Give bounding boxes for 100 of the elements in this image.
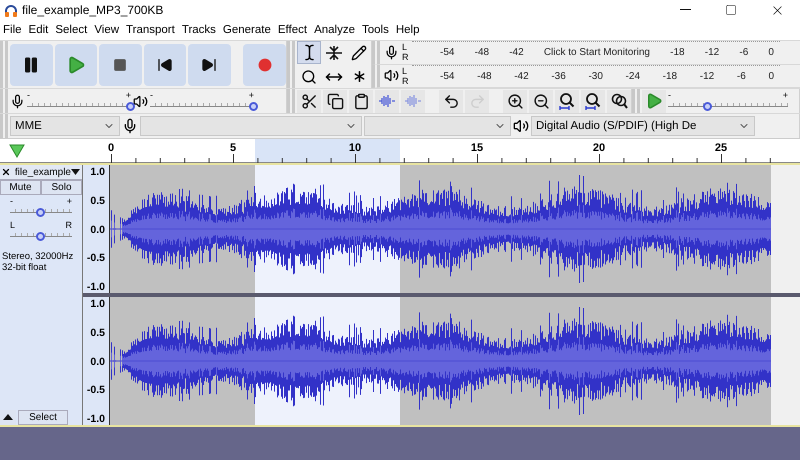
channel-label: R — [402, 76, 410, 86]
cut-button[interactable] — [297, 90, 321, 112]
close-track-button[interactable] — [0, 165, 13, 179]
triangle-down-icon — [71, 169, 80, 175]
envelope-tool-icon — [325, 44, 343, 62]
trim-audio-icon — [378, 94, 396, 108]
undo-button[interactable] — [439, 90, 463, 112]
select-track-button[interactable]: Select — [18, 410, 68, 424]
meter-label: -12 — [700, 70, 714, 82]
microphone-icon — [122, 118, 138, 134]
slider-thumb[interactable] — [702, 102, 712, 111]
collapse-button[interactable] — [0, 410, 16, 424]
track-info: 32-bit float — [1, 262, 48, 273]
menu-item[interactable]: Help — [392, 24, 424, 36]
zoom-toggle-icon — [610, 92, 628, 110]
meter-label: -54 — [440, 47, 454, 58]
speaker-icon[interactable] — [384, 68, 398, 84]
min-label: - — [27, 91, 30, 100]
skip-start-button[interactable] — [144, 44, 186, 86]
min-label: - — [10, 197, 13, 206]
scissors-icon — [300, 92, 318, 110]
select-tool-button[interactable] — [297, 41, 321, 64]
channel-label: L — [402, 66, 408, 76]
maximize-icon — [725, 4, 737, 16]
ruler-label: 10 — [348, 142, 362, 154]
play-icon — [645, 92, 663, 110]
menu-item[interactable]: Edit — [26, 24, 52, 36]
meter-label: -6 — [736, 70, 746, 82]
zoom-icon — [301, 68, 317, 84]
meter-label: -42 — [514, 70, 529, 82]
window-title: file_example_MP3_700KB — [22, 3, 164, 17]
track-name-menu[interactable]: file_example — [12, 165, 82, 179]
ruler-label: 25 — [714, 142, 728, 154]
close-icon — [1, 167, 12, 177]
pause-button[interactable] — [10, 44, 53, 86]
track-toggle-button[interactable]: Solo — [41, 180, 82, 195]
host-device-dropdown[interactable]: MME — [10, 116, 120, 136]
copy-button[interactable] — [323, 90, 347, 112]
menu-item[interactable]: Tracks — [178, 24, 220, 36]
playback-device-dropdown[interactable]: Digital Audio (S/PDIF) (High De — [531, 116, 755, 136]
speaker-icon — [513, 118, 529, 134]
meter-label: -18 — [662, 70, 678, 82]
record-button[interactable] — [243, 44, 286, 86]
menu-item[interactable]: Generate — [220, 24, 275, 36]
scale-label: 1.0 — [90, 166, 105, 178]
menu-item[interactable]: Effect — [274, 24, 312, 36]
track-toggle-button[interactable]: Mute — [0, 180, 41, 195]
triangle-up-icon — [3, 414, 13, 420]
meter-label: -24 — [626, 70, 640, 82]
headphones-logo-icon — [4, 4, 18, 16]
zoom-toggle-button[interactable] — [607, 90, 631, 112]
meter-label: -48 — [477, 70, 492, 82]
scale-label: 0.5 — [90, 326, 105, 339]
menu-item[interactable]: Analyze — [311, 24, 359, 36]
zoom-in-icon — [506, 92, 524, 110]
play-button[interactable] — [54, 44, 98, 86]
skip-to-start-icon — [156, 56, 173, 72]
min-label: - — [150, 91, 153, 100]
slider-thumb[interactable] — [36, 232, 45, 241]
meter-label: -18 — [670, 47, 685, 58]
zoom-in-button[interactable] — [503, 90, 527, 112]
stop-button[interactable] — [99, 44, 142, 86]
ruler-label: 20 — [592, 142, 606, 154]
scale-label: 0.0 — [90, 356, 105, 368]
menu-item[interactable]: Tools — [359, 24, 393, 36]
microphone-icon[interactable] — [384, 44, 398, 60]
record-icon — [258, 58, 272, 72]
play-at-speed-button[interactable] — [642, 90, 666, 112]
meter-label: 0 — [768, 47, 774, 58]
fit-project-icon — [584, 92, 602, 110]
zoom-out-button[interactable] — [529, 90, 553, 112]
slider-thumb[interactable] — [36, 208, 45, 217]
menu-item[interactable]: View — [91, 24, 124, 36]
menu-item[interactable]: Transport — [123, 24, 179, 36]
menu-item[interactable]: File — [0, 24, 26, 36]
copy-icon — [326, 92, 344, 110]
fit-selection-icon — [558, 92, 576, 110]
meter-label: -12 — [704, 47, 720, 58]
clipboard-icon — [352, 92, 370, 110]
scale-label: 0.0 — [90, 224, 105, 236]
skip-end-button[interactable] — [188, 44, 231, 86]
ruler-label: 15 — [470, 142, 484, 154]
fit-selection-button[interactable] — [555, 90, 579, 112]
trim-button[interactable] — [375, 90, 399, 112]
meter-label: -48 — [474, 47, 490, 58]
slider-thumb[interactable] — [126, 102, 135, 111]
scale-label: 1.0 — [90, 298, 105, 310]
scale-label: -1.0 — [86, 281, 105, 293]
slider-thumb[interactable] — [249, 102, 258, 111]
scale-label: -1.0 — [86, 413, 105, 425]
meter-label: -42 — [509, 47, 524, 58]
meter-label: -30 — [588, 70, 603, 82]
menu-item[interactable]: Select — [52, 24, 92, 36]
scale-label: 0.5 — [90, 194, 105, 207]
fit-project-button[interactable] — [581, 90, 605, 112]
meter-label: -36 — [551, 70, 566, 82]
triangle-down-icon — [9, 144, 25, 158]
skip-to-end-icon — [201, 56, 218, 72]
paste-button[interactable] — [349, 90, 373, 112]
ruler-label: 5 — [230, 142, 236, 154]
